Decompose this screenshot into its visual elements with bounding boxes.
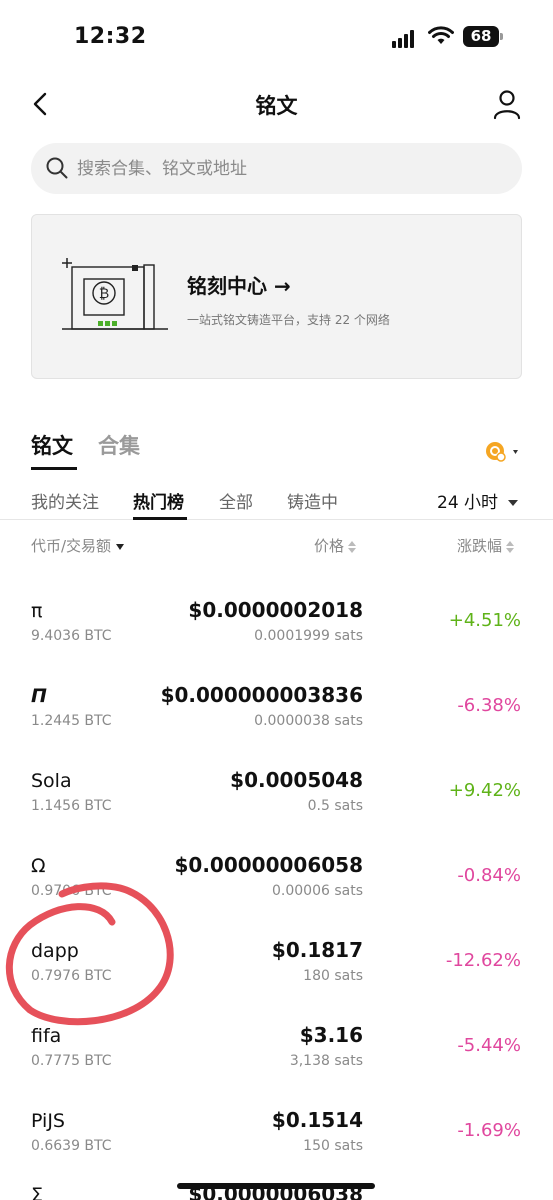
coin-sats: 150 sats [303, 1138, 363, 1154]
column-price-label: 价格 [314, 537, 345, 555]
coin-volume: 0.7976 BTC [31, 968, 112, 984]
coin-change: -5.44% [457, 1035, 521, 1056]
battery-icon: 68 [463, 26, 499, 47]
table-row[interactable]: PiJS 0.6639 BTC $0.1514 150 sats -1.69% [0, 1100, 553, 1185]
sort-desc-icon [116, 543, 125, 550]
coin-name: π [31, 600, 43, 622]
coin-change: -12.62% [445, 950, 521, 971]
cellular-signal-icon [392, 30, 418, 48]
column-coin-label: 代币/交易额 [31, 537, 112, 555]
svg-text:₿: ₿ [99, 286, 109, 302]
tab-all[interactable]: 全部 [219, 488, 253, 513]
coin-name: Ω [31, 855, 46, 877]
sort-icon [506, 540, 515, 553]
table-row[interactable]: dapp 0.7976 BTC $0.1817 180 sats -12.62% [0, 930, 553, 1015]
coin-volume: 0.6639 BTC [31, 1138, 112, 1154]
home-indicator [177, 1183, 375, 1189]
tab-trending[interactable]: 热门榜 [133, 488, 184, 513]
coin-sats: 0.0000038 sats [254, 713, 363, 729]
table-row[interactable]: Ω 0.9706 BTC $0.00000006058 0.00006 sats… [0, 845, 553, 930]
coin-change: -1.69% [457, 1120, 521, 1141]
coin-change: -0.84% [457, 865, 521, 886]
wifi-icon [428, 26, 454, 44]
coin-volume: 0.9706 BTC [31, 883, 112, 899]
coin-sats: 0.5 sats [307, 798, 363, 814]
coin-price: $0.0000002018 [188, 598, 363, 622]
tab-collections[interactable]: 合集 [98, 430, 140, 460]
coin-sats: 0.0001999 sats [254, 628, 363, 644]
coin-sats: 3,138 sats [289, 1053, 363, 1069]
tab-following[interactable]: 我的关注 [31, 488, 99, 513]
sort-icon [348, 540, 357, 553]
table-row[interactable]: π 9.4036 BTC $0.0000002018 0.0001999 sat… [0, 590, 553, 675]
column-change-label: 涨跌幅 [457, 537, 503, 555]
coin-price: $0.00000006058 [174, 853, 363, 877]
search-icon [46, 157, 68, 179]
sub-tab-underline [133, 517, 187, 520]
coin-sats: 0.00006 sats [272, 883, 363, 899]
chain-selector-icon[interactable] [484, 440, 524, 464]
banner-title: 铭刻中心 → [187, 274, 291, 298]
coin-volume: 1.1456 BTC [31, 798, 112, 814]
coin-price: $0.000000003836 [160, 683, 363, 707]
table-row[interactable]: Π 1.2445 BTC $0.000000003836 0.0000038 s… [0, 675, 553, 760]
coin-price: $0.0005048 [230, 768, 363, 792]
table-row[interactable]: fifa 0.7775 BTC $3.16 3,138 sats -5.44% [0, 1015, 553, 1100]
coin-volume: 0.7775 BTC [31, 1053, 112, 1069]
coin-name: fifa [31, 1025, 62, 1047]
coin-price: $3.16 [299, 1023, 363, 1047]
page-title: 铭文 [255, 94, 298, 118]
time-range-label: 24 小时 [437, 493, 499, 513]
banner-subtitle: 一站式铭文铸造平台，支持 22 个网络 [187, 313, 390, 327]
status-time: 12:32 [74, 24, 147, 49]
column-header-price[interactable]: 价格 [314, 535, 357, 556]
tab-underline [31, 467, 77, 470]
table-row[interactable]: Σ $0.0000006038 [0, 1178, 553, 1200]
coin-change: +4.51% [448, 610, 521, 631]
search-input[interactable] [77, 143, 497, 194]
coin-volume: 9.4036 BTC [31, 628, 112, 644]
sub-tabs: 我的关注 热门榜 全部 铸造中 24 小时 [0, 485, 553, 520]
inscription-center-banner[interactable]: ₿ 铭刻中心 → 一站式铭文铸造平台，支持 22 个网络 [31, 214, 522, 379]
coin-name: Σ [31, 1184, 44, 1200]
status-bar: 12:32 68 [0, 0, 553, 70]
chevron-down-icon [508, 500, 519, 506]
coin-name: Π [31, 685, 47, 707]
time-range-dropdown[interactable]: 24 小时 [437, 488, 519, 513]
coin-volume: 1.2445 BTC [31, 713, 112, 729]
table-row[interactable]: Sola 1.1456 BTC $0.0005048 0.5 sats +9.4… [0, 760, 553, 845]
search-bar[interactable] [31, 143, 522, 194]
column-header-change[interactable]: 涨跌幅 [457, 535, 515, 556]
coin-name: PiJS [31, 1110, 65, 1132]
battery-tip [500, 33, 503, 40]
header: 铭文 [0, 80, 553, 130]
coin-sats: 180 sats [303, 968, 363, 984]
coin-name: dapp [31, 940, 79, 962]
tab-inscriptions[interactable]: 铭文 [31, 430, 73, 460]
coin-name: Sola [31, 770, 72, 792]
user-profile-icon[interactable] [492, 88, 522, 120]
coin-change: -6.38% [457, 695, 521, 716]
column-header-coin[interactable]: 代币/交易额 [31, 535, 125, 556]
bitcoin-machine-icon: ₿ [62, 258, 168, 330]
tab-minting[interactable]: 铸造中 [287, 488, 338, 513]
coin-price: $0.1817 [271, 938, 363, 962]
coin-change: +9.42% [448, 780, 521, 801]
coin-price: $0.1514 [271, 1108, 363, 1132]
